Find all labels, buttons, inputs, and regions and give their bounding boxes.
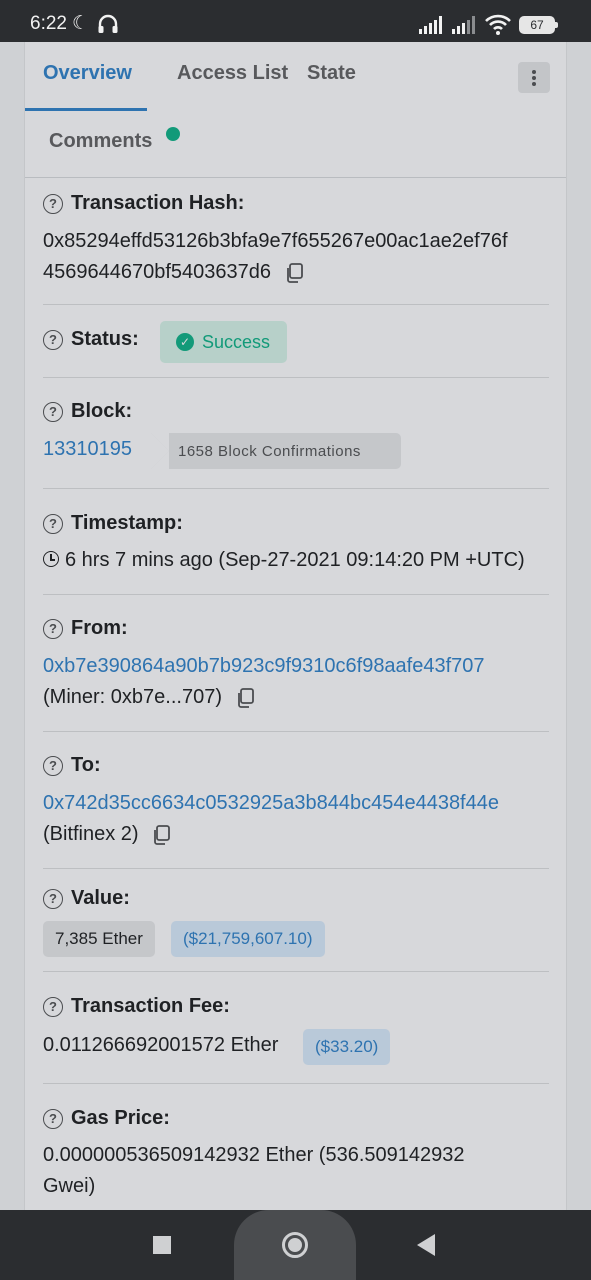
more-dot	[532, 76, 536, 80]
divider	[43, 377, 549, 378]
from-value: 0xb7e390864a90b7b923c9f9310c6f98aafe43f7…	[43, 651, 485, 713]
transaction-card: Overview Access List State Comments ? Tr…	[24, 42, 567, 1210]
help-icon[interactable]: ?	[43, 193, 63, 214]
status-time: 6:22	[30, 13, 67, 34]
tab-comments[interactable]: Comments	[49, 130, 152, 153]
divider	[43, 488, 549, 489]
hash-line-1: 0x85294effd53126b3bfa9e7f655267e00ac1ae2…	[43, 230, 508, 252]
gas-price-value: 0.000000536509142932 Ether (536.50914293…	[43, 1140, 465, 1202]
help-icon[interactable]: ?	[43, 401, 63, 422]
help-icon[interactable]: ?	[43, 755, 63, 776]
new-comments-dot	[166, 127, 180, 141]
value-usd-badge: ($21,759,607.10)	[171, 921, 325, 957]
more-dot	[532, 82, 536, 86]
home-button[interactable]	[282, 1232, 308, 1258]
value-label: ? Value:	[43, 887, 130, 910]
back-button[interactable]	[417, 1234, 435, 1256]
hash-label: ? Transaction Hash:	[43, 192, 244, 215]
block-link[interactable]: 13310195	[43, 434, 132, 465]
system-nav-bar	[0, 1210, 591, 1280]
to-note-wrap: (Bitfinex 2)	[43, 819, 499, 850]
tab-overview[interactable]: Overview	[43, 62, 132, 85]
block-confirmations-badge: 1658 Block Confirmations	[151, 433, 401, 469]
divider	[43, 594, 549, 595]
divider	[43, 1083, 549, 1084]
fee-ether-value: 0.011266692001572 Ether	[43, 1034, 279, 1056]
signal-icon	[452, 16, 475, 34]
block-label: ? Block:	[43, 400, 132, 423]
to-label: ? To:	[43, 754, 101, 777]
signal-icon	[419, 16, 442, 34]
battery-icon: 67	[519, 16, 558, 34]
value-ether-badge: 7,385 Ether	[43, 921, 155, 957]
help-icon[interactable]: ?	[43, 1108, 63, 1129]
recents-button[interactable]	[153, 1236, 171, 1254]
hash-value: 0x85294effd53126b3bfa9e7f655267e00ac1ae2…	[43, 226, 508, 288]
help-icon[interactable]: ?	[43, 329, 63, 350]
check-circle-icon: ✓	[176, 333, 194, 351]
headset-icon	[98, 14, 118, 33]
more-dot	[532, 70, 536, 74]
to-address-link[interactable]: 0x742d35cc6634c0532925a3b844bc454e4438f4…	[43, 788, 499, 819]
timestamp-value: 6 hrs 7 mins ago (Sep-27-2021 09:14:20 P…	[43, 545, 525, 576]
status-bar: 6:22 ☾ 67	[0, 0, 591, 42]
copy-icon[interactable]	[152, 824, 171, 845]
divider	[43, 731, 549, 732]
timestamp-label: ? Timestamp:	[43, 512, 183, 535]
tab-state[interactable]: State	[307, 62, 356, 85]
help-icon[interactable]: ?	[43, 888, 63, 909]
gas-price-label: ? Gas Price:	[43, 1107, 170, 1130]
divider	[43, 971, 549, 972]
copy-icon[interactable]	[236, 687, 254, 708]
divider	[43, 304, 549, 305]
active-tab-indicator	[25, 108, 147, 111]
fee-label: ? Transaction Fee:	[43, 995, 230, 1018]
help-icon[interactable]: ?	[43, 996, 63, 1017]
hash-line-2: 4569644670bf5403637d6	[43, 261, 272, 283]
divider	[43, 868, 549, 869]
help-icon[interactable]: ?	[43, 618, 63, 639]
copy-icon[interactable]	[285, 262, 303, 283]
status-badge: ✓ Success	[160, 321, 287, 363]
fee-usd-badge: ($33.20)	[303, 1029, 391, 1065]
from-label: ? From:	[43, 617, 128, 640]
badge-arrow	[151, 433, 169, 469]
tab-bar: Overview Access List State Comments	[25, 42, 566, 178]
to-note: (Bitfinex 2)	[43, 823, 139, 845]
help-icon[interactable]: ?	[43, 513, 63, 534]
clock-icon	[43, 551, 59, 567]
gas-line-2: Gwei)	[43, 1175, 96, 1197]
from-note: (Miner: 0xb7e...707)	[43, 686, 222, 708]
wifi-icon	[485, 14, 511, 35]
to-value: 0x742d35cc6634c0532925a3b844bc454e4438f4…	[43, 788, 499, 850]
tab-access-list[interactable]: Access List	[177, 62, 288, 85]
gas-line-1: 0.000000536509142932 Ether (536.50914293…	[43, 1144, 465, 1166]
from-note-wrap: (Miner: 0xb7e...707)	[43, 682, 485, 713]
hash-line-2-wrap: 4569644670bf5403637d6	[43, 257, 508, 288]
from-address-link[interactable]: 0xb7e390864a90b7b923c9f9310c6f98aafe43f7…	[43, 651, 485, 682]
more-options-button[interactable]	[518, 62, 550, 93]
status-label: ? Status:	[43, 328, 139, 351]
dnd-moon-icon: ☾	[72, 13, 90, 34]
